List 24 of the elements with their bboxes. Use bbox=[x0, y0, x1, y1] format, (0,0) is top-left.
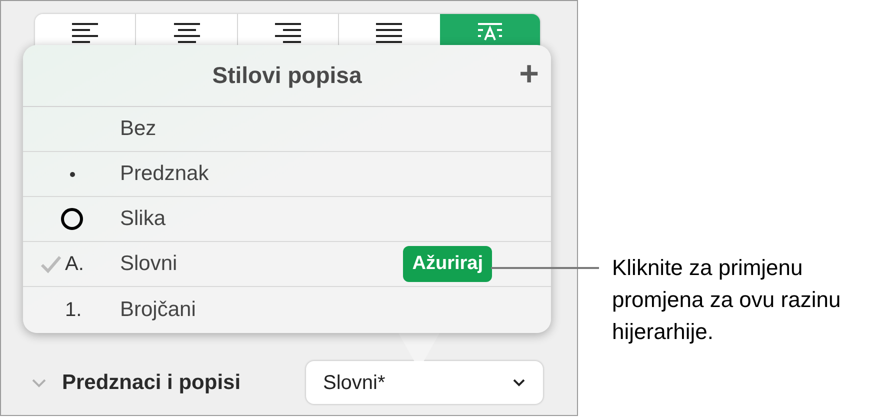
callout-text: Kliknite za primjenu promjena za ovu razinu hijerarhije. bbox=[612, 254, 842, 346]
bullet-icon bbox=[70, 172, 75, 176]
list-style-row[interactable]: Predznak bbox=[23, 152, 551, 197]
style-name: Brojčani bbox=[120, 296, 196, 323]
chevron-down-icon bbox=[512, 378, 526, 387]
list-style-row[interactable]: Slika bbox=[23, 197, 551, 242]
checkmark-icon bbox=[40, 254, 62, 274]
add-button[interactable]: + bbox=[519, 57, 539, 91]
style-name: Predznak bbox=[120, 161, 209, 188]
style-dropdown[interactable]: Slovni* bbox=[306, 361, 543, 404]
align-right-icon bbox=[274, 22, 302, 44]
list-marker: 1. bbox=[65, 298, 82, 322]
list-marker: A. bbox=[65, 252, 84, 277]
align-left-icon bbox=[71, 22, 100, 44]
style-name: Slika bbox=[120, 206, 166, 232]
style-name: Slovni bbox=[120, 251, 178, 278]
align-center-icon bbox=[172, 22, 201, 44]
section-title: Predznaci i popisi bbox=[62, 370, 241, 396]
style-name: Bez bbox=[120, 116, 156, 142]
list-style-row[interactable]: A. Slovni Ažuriraj bbox=[23, 242, 551, 287]
list-style-row[interactable]: 1. Brojčani bbox=[23, 287, 551, 332]
popover-title: Stilovi popisa bbox=[212, 61, 362, 90]
justify-icon bbox=[375, 22, 404, 44]
list-style-row[interactable]: Bez bbox=[23, 107, 551, 152]
